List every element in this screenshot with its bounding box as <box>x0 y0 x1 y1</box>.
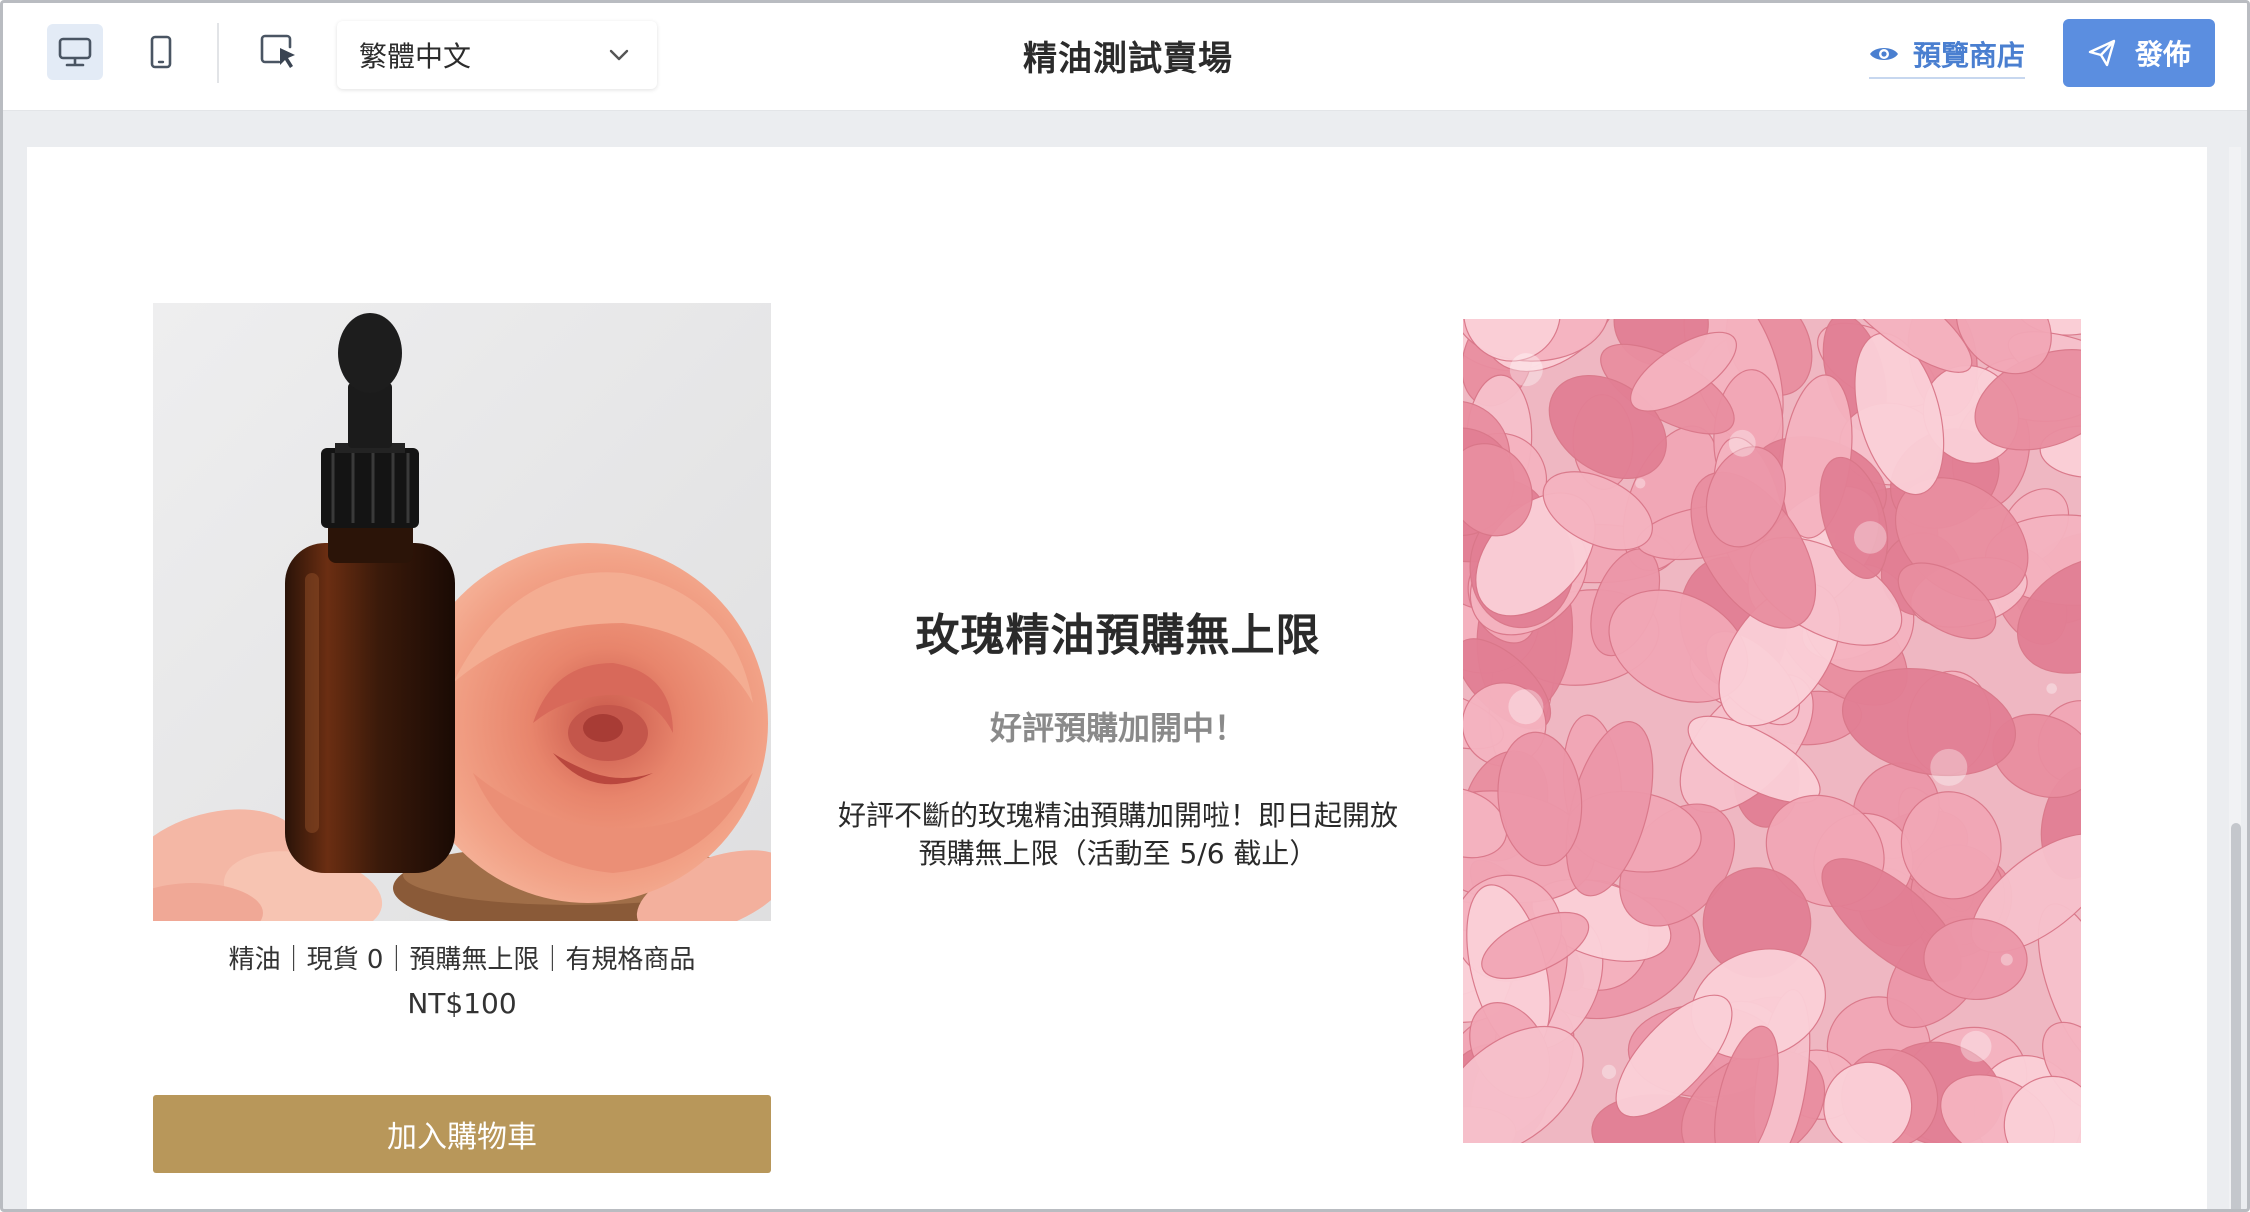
scrollbar-thumb[interactable] <box>2231 823 2241 1209</box>
water-droplet <box>1854 521 1887 554</box>
chevron-down-icon <box>609 49 629 61</box>
rose-petals-image[interactable] <box>1463 319 2081 1143</box>
water-droplet <box>1508 689 1544 725</box>
water-droplet <box>2046 683 2057 694</box>
product-price: NT$100 <box>407 987 517 1020</box>
promo-title: 玫瑰精油預購無上限 <box>915 610 1321 661</box>
desktop-view-button[interactable] <box>47 24 103 80</box>
publish-button[interactable]: 發佈 <box>2063 19 2215 87</box>
mobile-view-button[interactable] <box>133 24 189 80</box>
promo-subtitle: 好評預購加開中！ <box>989 709 1246 747</box>
mobile-icon <box>150 35 172 69</box>
language-select[interactable]: 繁體中文 <box>337 21 657 89</box>
editor-window: 繁體中文 精油測試賣場 預覽商店 發佈 精油｜現貨 0｜預購無上限｜有規格商品 … <box>0 0 2250 1212</box>
desktop-icon <box>58 37 92 67</box>
water-droplet <box>1930 748 1968 786</box>
water-droplet <box>1509 353 1543 387</box>
water-droplet <box>1728 429 1756 457</box>
water-droplet <box>1635 478 1646 489</box>
add-to-cart-button[interactable]: 加入購物車 <box>153 1095 771 1173</box>
product-image[interactable] <box>153 303 771 921</box>
top-toolbar: 繁體中文 精油測試賣場 預覽商店 發佈 <box>3 3 2247 111</box>
promo-description: 好評不斷的玫瑰精油預購加開啦！即日起開放預購無上限（活動至 5/6 截止） <box>837 799 1398 870</box>
preview-store-label: 預覽商店 <box>1913 39 2026 72</box>
select-tool-button[interactable] <box>251 24 307 80</box>
water-droplet <box>1601 1064 1617 1079</box>
product-meta: 精油｜現貨 0｜預購無上限｜有規格商品 <box>228 945 696 975</box>
water-droplet <box>2000 953 2013 966</box>
rose-petals-photo <box>1463 319 2081 1143</box>
cursor-select-icon <box>260 34 295 68</box>
language-selected-value: 繁體中文 <box>359 40 472 73</box>
serum-bottle-rose-photo <box>153 303 771 921</box>
preview-store-link[interactable]: 預覽商店 <box>1869 31 2026 79</box>
toolbar-divider <box>217 23 219 83</box>
publish-label: 發佈 <box>2134 38 2191 71</box>
water-droplet <box>1960 1030 1992 1062</box>
send-icon <box>2088 39 2116 67</box>
eye-icon <box>1870 48 1898 60</box>
